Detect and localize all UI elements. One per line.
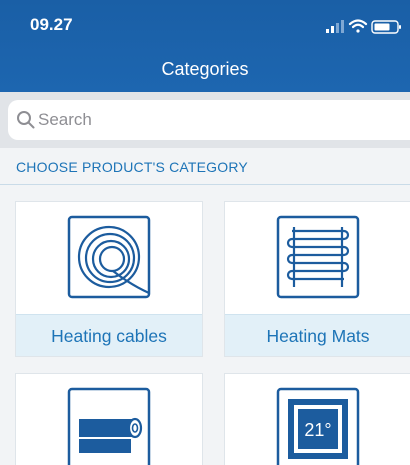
section-heading: CHOOSE PRODUCT'S CATEGORY (16, 159, 248, 175)
category-label: Heating Mats (225, 314, 410, 356)
status-icons (326, 19, 401, 34)
search-box[interactable] (8, 100, 410, 140)
cellular-signal-icon (326, 20, 344, 33)
search-bar (0, 92, 410, 148)
section-divider (0, 184, 410, 185)
search-input[interactable] (38, 100, 398, 140)
heating-mat-icon (276, 215, 360, 299)
foil-roll-icon (67, 387, 151, 465)
page-title: Categories (161, 59, 249, 79)
category-label: Heating cables (16, 314, 202, 356)
category-card-3[interactable] (15, 373, 203, 465)
category-card-4[interactable]: 21° (224, 373, 410, 465)
category-card-heating-cables[interactable]: Heating cables (15, 201, 203, 357)
svg-text:21°: 21° (304, 420, 331, 440)
app-header: 09.27 Categories (0, 0, 410, 92)
wifi-icon (348, 19, 368, 33)
search-icon (17, 111, 35, 129)
status-time: 09.27 (30, 15, 73, 34)
category-card-heating-mats[interactable]: Heating Mats (224, 201, 410, 357)
cable-coil-icon (67, 215, 151, 299)
thermostat-icon: 21° (276, 387, 360, 465)
battery-icon (371, 20, 401, 34)
